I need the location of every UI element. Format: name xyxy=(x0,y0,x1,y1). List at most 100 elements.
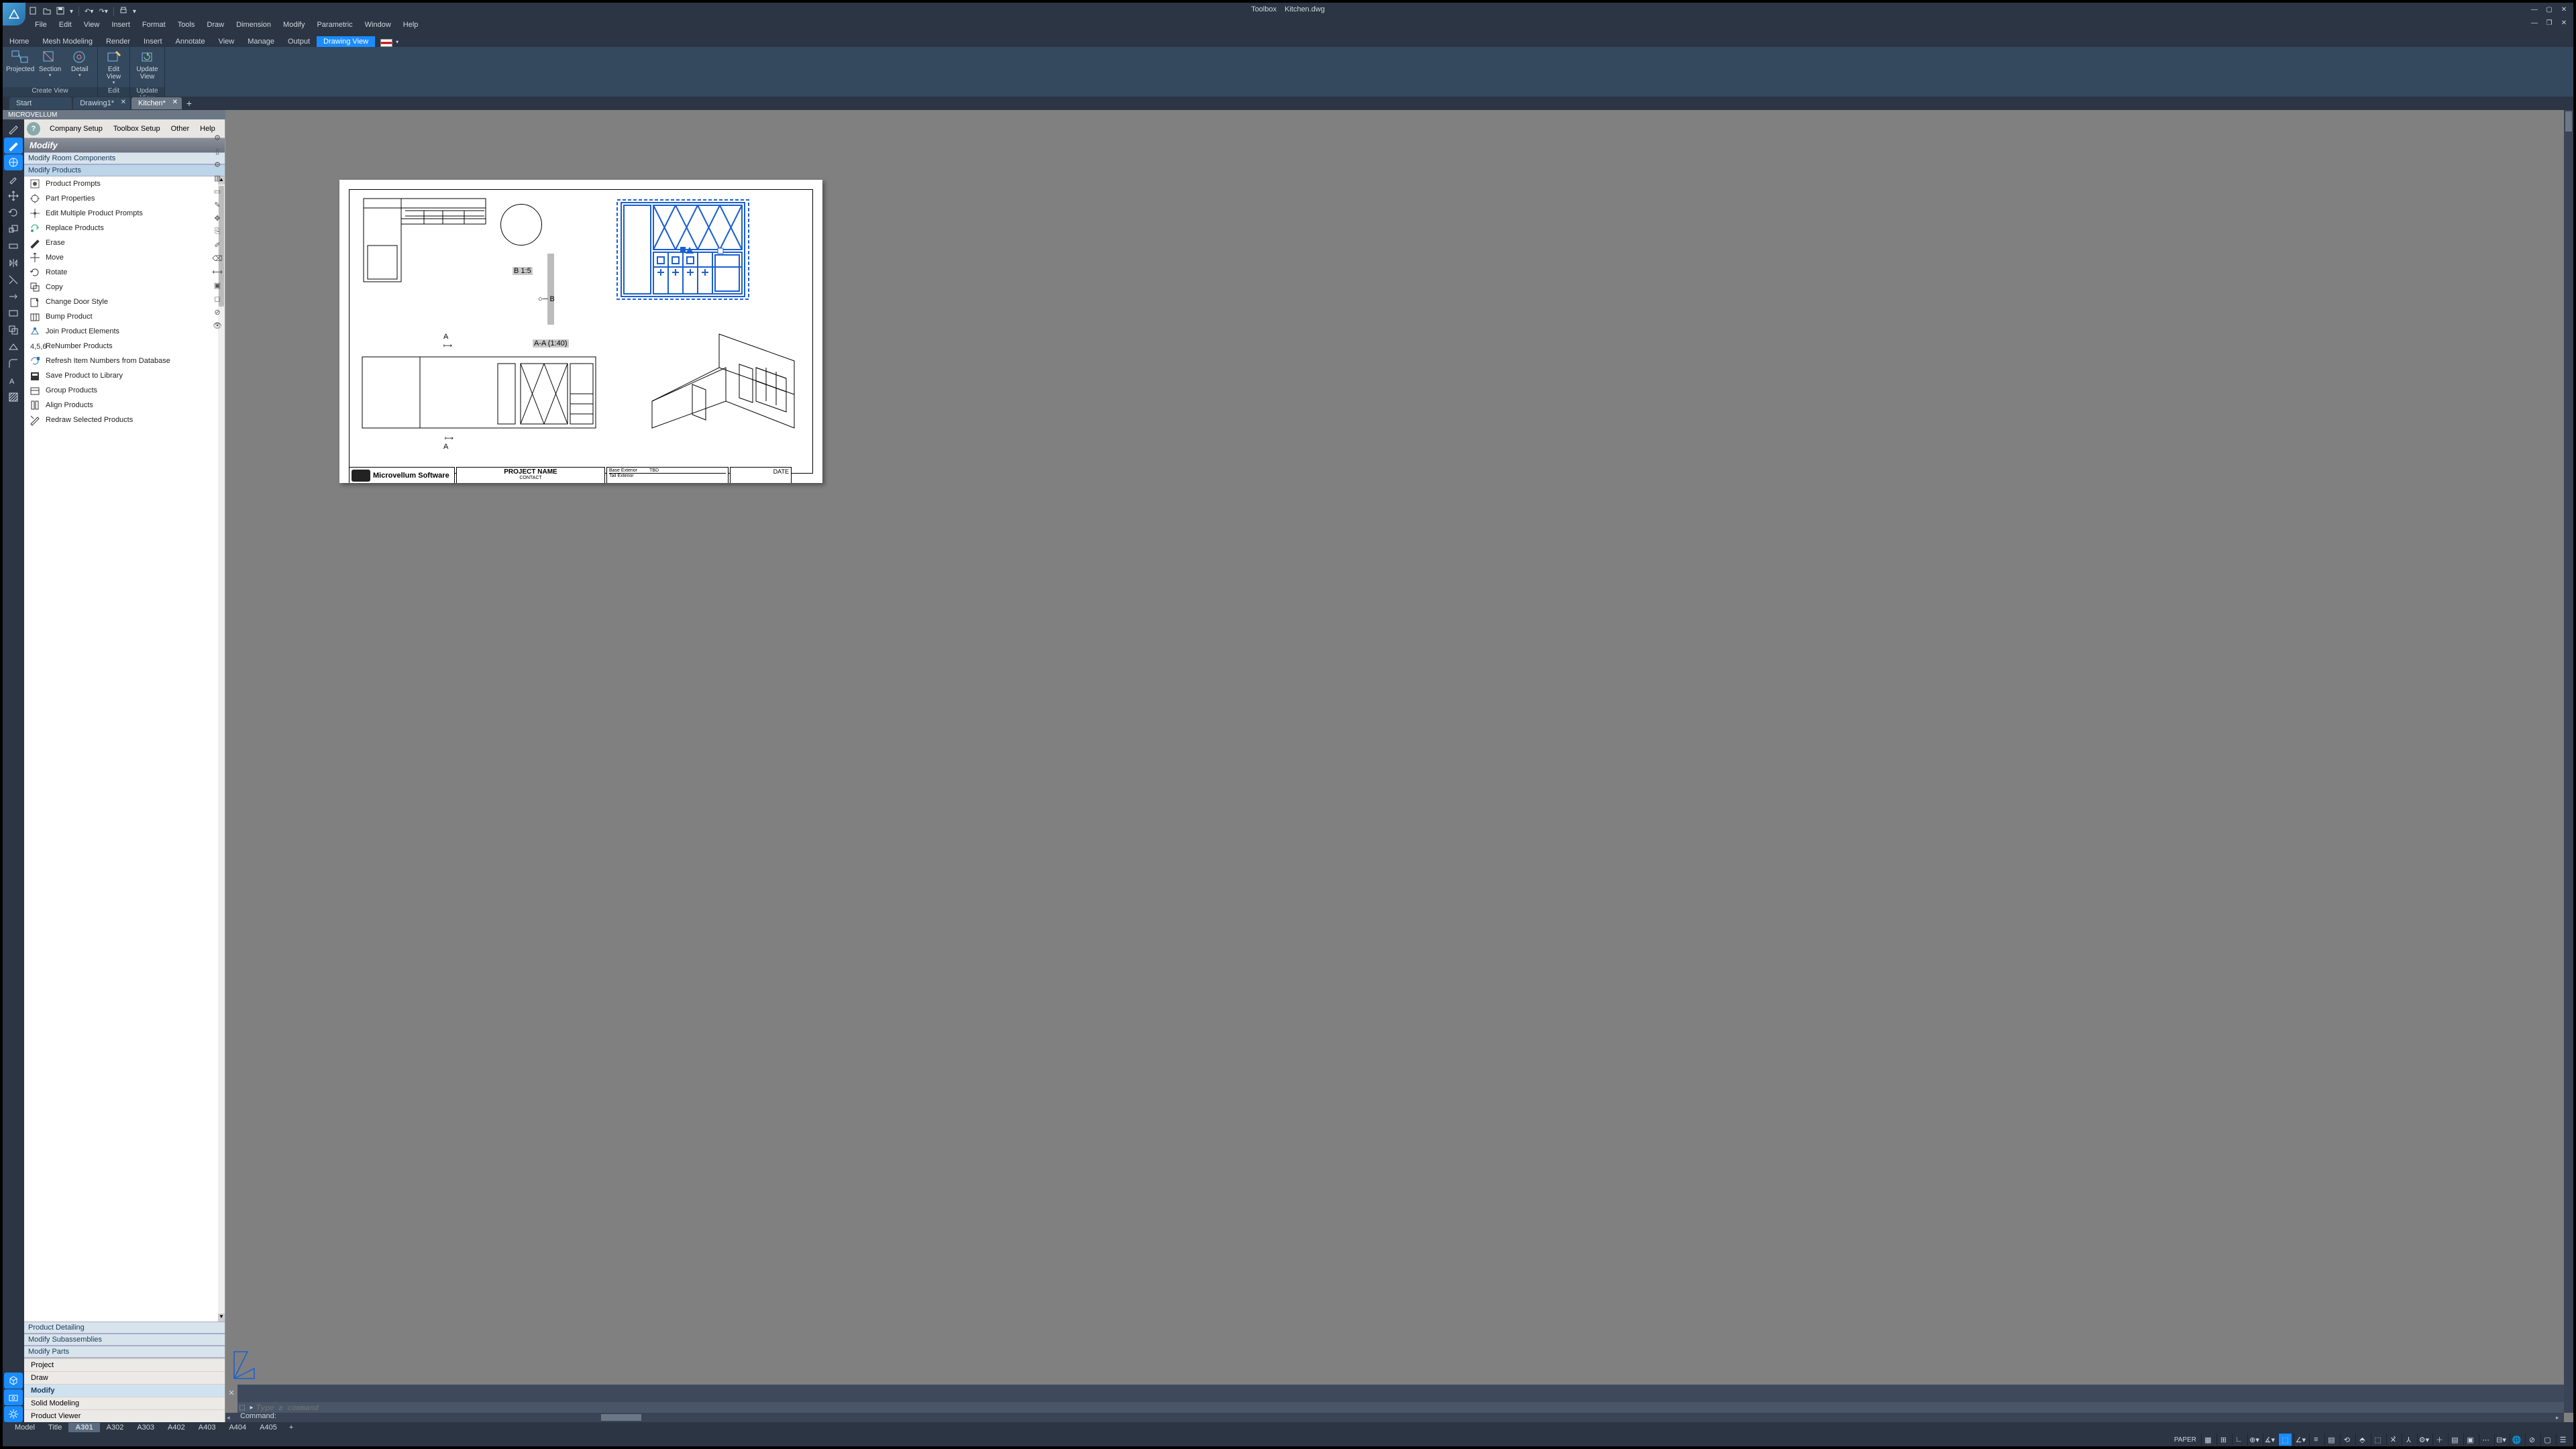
window-close-button[interactable]: ✕ xyxy=(2557,4,2571,15)
menu-view[interactable]: View xyxy=(78,19,105,30)
sp-item-part-properties[interactable]: Part Properties xyxy=(24,191,225,206)
sp-sub-detailing[interactable]: Product Detailing xyxy=(24,1322,225,1334)
vtool-fillet-icon[interactable] xyxy=(4,356,23,372)
menu-draw[interactable]: Draw xyxy=(201,19,229,30)
status-ann-icon[interactable]: ⅄ xyxy=(2402,1434,2415,1446)
sp-item-copy[interactable]: Copy xyxy=(24,280,225,294)
doc-close-button[interactable]: ✕ xyxy=(2557,17,2571,28)
palette-page-icon[interactable]: ▭ xyxy=(211,185,223,197)
doc-tab-start[interactable]: Start xyxy=(9,97,72,109)
ribtab-home[interactable]: Home xyxy=(3,36,36,47)
status-ortho-icon[interactable]: ∟ xyxy=(2232,1434,2245,1446)
menu-modify[interactable]: Modify xyxy=(278,19,310,30)
menu-insert[interactable]: Insert xyxy=(106,19,136,30)
layout-tab-title[interactable]: Title xyxy=(42,1423,68,1432)
status-tree-icon[interactable]: ⊟▾ xyxy=(2494,1434,2508,1446)
layout-tab-a402[interactable]: A402 xyxy=(161,1423,192,1432)
qat-saveas-icon[interactable]: ▾ xyxy=(70,8,73,15)
cmd-chevron-icon[interactable]: ▸ xyxy=(247,1404,256,1411)
window-minimize-button[interactable]: — xyxy=(2528,4,2541,15)
vtool-hatch-icon[interactable] xyxy=(4,389,23,405)
layout-tab-a403[interactable]: A403 xyxy=(192,1423,223,1432)
sp-cat-product-viewer[interactable]: Product Viewer xyxy=(24,1409,225,1422)
locale-flag-icon[interactable] xyxy=(380,39,392,47)
sp-sub-room[interactable]: Modify Room Components xyxy=(24,152,225,164)
sp-menu-company[interactable]: Company Setup xyxy=(44,123,108,134)
help-button[interactable]: ? xyxy=(27,122,40,136)
status-snap-icon[interactable]: ⊞ xyxy=(2216,1434,2230,1446)
ribtab-render[interactable]: Render xyxy=(99,36,137,47)
palette-clip-icon[interactable]: ▣ xyxy=(211,279,223,291)
vtool-move-icon[interactable] xyxy=(4,188,23,204)
layout-tab-a301[interactable]: A301 xyxy=(68,1423,99,1432)
sp-item-join-product-elements[interactable]: Join Product Elements xyxy=(24,324,225,339)
palette-dim-icon[interactable]: ⟷ xyxy=(211,266,223,278)
qat-undo-icon[interactable]: ↶▾ xyxy=(85,8,93,15)
status-gear-icon[interactable]: ⚙▾ xyxy=(2417,1434,2430,1446)
sp-item-move[interactable]: Move xyxy=(24,250,225,265)
status-dyn-icon[interactable]: ⬚ xyxy=(2371,1434,2384,1446)
vtool-scale-icon[interactable] xyxy=(4,221,23,237)
add-layout-button[interactable]: + xyxy=(284,1424,299,1432)
sp-item-rotate[interactable]: Rotate xyxy=(24,265,225,280)
sp-item-align-products[interactable]: Align Products xyxy=(24,398,225,413)
canvas-scroll-horizontal[interactable]: ◂ ▸ xyxy=(225,1413,2564,1422)
qat-new-icon[interactable] xyxy=(30,7,38,17)
doc-restore-button[interactable]: ❐ xyxy=(2542,17,2556,28)
qat-redo-icon[interactable]: ↷▾ xyxy=(99,8,107,15)
ribtab-drawing-view[interactable]: Drawing View xyxy=(317,36,375,47)
vtool-stretch-icon[interactable] xyxy=(4,238,23,254)
vtool-3d-icon[interactable] xyxy=(4,1373,23,1389)
palette-pencil-icon[interactable]: ✎ xyxy=(211,199,223,211)
ribtab-output[interactable]: Output xyxy=(281,36,317,47)
sp-item-erase[interactable]: Erase xyxy=(24,235,225,250)
sp-item-renumber-products[interactable]: 4,5,6ReNumber Products xyxy=(24,339,225,354)
canvas-scroll-vertical[interactable] xyxy=(2564,110,2573,1413)
paper-space[interactable]: B 1:5 ○─ B A-A (1:40) A ⟼ ⟼ A xyxy=(339,180,822,483)
menu-tools[interactable]: Tools xyxy=(172,19,201,30)
sp-item-group-products[interactable]: Group Products xyxy=(24,383,225,398)
sp-item-replace-products[interactable]: Replace Products xyxy=(24,221,225,235)
vtool-trim-icon[interactable] xyxy=(4,272,23,288)
palette-gear-icon[interactable]: ⚙ xyxy=(211,131,223,144)
sp-cat-solid-modeling[interactable]: Solid Modeling xyxy=(24,1397,225,1409)
sp-item-bump-product[interactable]: Bump Product xyxy=(24,309,225,324)
palette-hide-icon[interactable]: ⊘ xyxy=(211,306,223,318)
status-qp-icon[interactable]: ✕̂ xyxy=(2386,1434,2400,1446)
sp-item-change-door-style[interactable]: Change Door Style xyxy=(24,294,225,309)
close-tab-icon[interactable]: ✕ xyxy=(121,99,126,106)
qat-open-icon[interactable] xyxy=(43,7,51,17)
menu-file[interactable]: File xyxy=(30,19,52,30)
status-3dosnap-icon[interactable]: ⬘ xyxy=(2355,1434,2369,1446)
qat-print-icon[interactable] xyxy=(119,7,127,17)
add-doc-tab-button[interactable]: + xyxy=(183,97,195,109)
ribtab-insert[interactable]: Insert xyxy=(137,36,169,47)
cmd-menu-icon[interactable]: ⬚ xyxy=(237,1404,247,1411)
sp-sub-subassemblies[interactable]: Modify Subassemblies xyxy=(24,1334,225,1346)
layout-tab-a405[interactable]: A405 xyxy=(253,1423,284,1432)
sp-item-product-prompts[interactable]: Product Prompts xyxy=(24,176,225,191)
status-otrack-icon[interactable]: ∠▾ xyxy=(2294,1434,2307,1446)
status-grid-icon[interactable]: ▦ xyxy=(2201,1434,2214,1446)
layout-tab-a404[interactable]: A404 xyxy=(222,1423,253,1432)
vtool-globe-icon[interactable] xyxy=(4,154,23,170)
window-maximize-button[interactable]: ▢ xyxy=(2542,4,2556,15)
palette-select-icon[interactable]: ◻ xyxy=(211,292,223,305)
status-globe-icon[interactable]: 🌐 xyxy=(2510,1434,2523,1446)
qat-save-icon[interactable] xyxy=(56,7,64,17)
projected-view-button[interactable]: Projected xyxy=(5,48,35,86)
ribtab-manage[interactable]: Manage xyxy=(241,36,281,47)
menu-window[interactable]: Window xyxy=(360,19,396,30)
sp-item-redraw-selected-products[interactable]: Redraw Selected Products xyxy=(24,413,225,427)
palette-doc-icon[interactable]: ▯ xyxy=(211,145,223,157)
vtool-mirror-icon[interactable] xyxy=(4,255,23,271)
ribtab-view[interactable]: View xyxy=(212,36,241,47)
vtool-flip-icon[interactable] xyxy=(4,339,23,355)
status-transparency-icon[interactable]: ▤ xyxy=(2324,1434,2338,1446)
sp-item-edit-multiple-product-prompts[interactable]: Edit Multiple Product Prompts xyxy=(24,206,225,221)
status-more-icon[interactable]: ⋯ xyxy=(2479,1434,2492,1446)
status-max-icon[interactable]: ▣ xyxy=(2463,1434,2477,1446)
qat-plot-icon[interactable]: ▾ xyxy=(133,8,136,15)
palette-columns-icon[interactable]: ▥ xyxy=(211,172,223,184)
doc-tab-drawing1[interactable]: Drawing1*✕ xyxy=(73,97,130,109)
